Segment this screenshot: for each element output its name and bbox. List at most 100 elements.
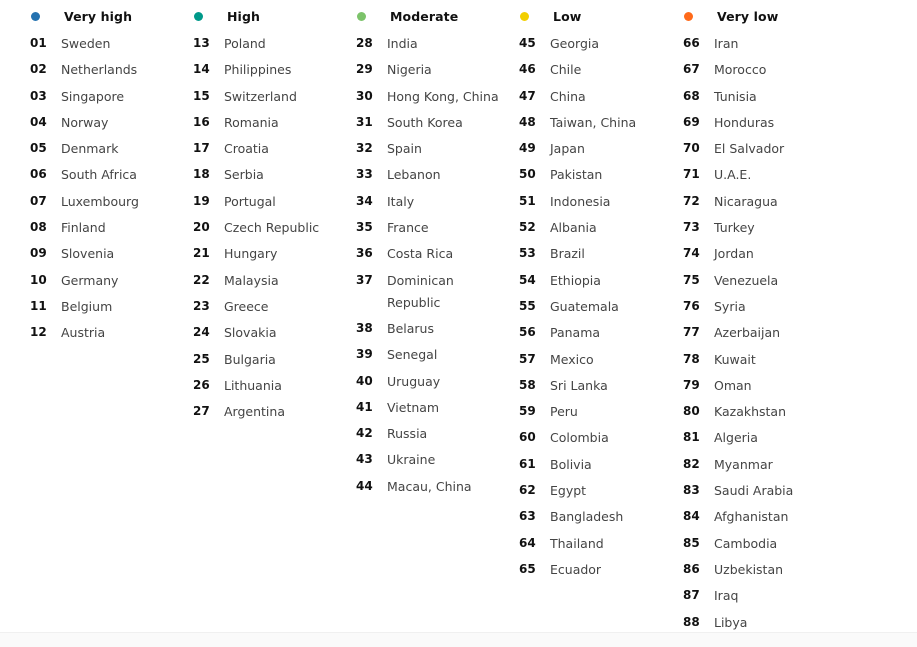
rank-number: 86	[683, 561, 700, 576]
list-item: 85 Cambodia	[683, 533, 847, 559]
group-header: Low	[520, 5, 683, 27]
group-header: Moderate	[357, 5, 520, 27]
list-item: 20 Czech Republic	[193, 217, 357, 243]
rank-number: 01	[30, 36, 47, 50]
list-item: 03 Singapore	[30, 86, 194, 112]
list-item: 65 Ecuador	[519, 559, 683, 585]
list-item: 47 China	[519, 86, 683, 112]
rank-number: 14	[193, 62, 210, 77]
rank-number: 53	[519, 246, 536, 261]
country-name: Turkey	[714, 220, 755, 236]
list-item: 15 Switzerland	[193, 86, 357, 112]
rank-number: 20	[193, 220, 210, 235]
list-item: 31 South Korea	[356, 112, 520, 138]
rank-number: 77	[683, 325, 700, 340]
country-name: Saudi Arabia	[714, 483, 794, 499]
rank-number: 58	[519, 377, 536, 392]
list-item: 51 Indonesia	[519, 191, 683, 217]
country-name: Croatia	[224, 141, 269, 157]
country-name: Ethiopia	[550, 272, 601, 288]
list-item: 56 Panama	[519, 322, 683, 348]
rank-number: 08	[30, 220, 47, 235]
country-name: Brazil	[550, 246, 585, 262]
country-name: Afghanistan	[714, 509, 789, 525]
rank-number: 54	[519, 272, 536, 287]
list-item: 61 Bolivia	[519, 454, 683, 480]
rank-number: 24	[193, 325, 210, 340]
country-name: Kuwait	[714, 351, 756, 367]
list-item: 24 Slovakia	[193, 322, 357, 348]
rank-number: 71	[683, 167, 700, 182]
country-list: 28 India 29 Nigeria 30 Hong Kong, China …	[356, 33, 520, 502]
rank-number: 63	[519, 509, 536, 524]
rank-number: 87	[683, 588, 700, 603]
list-item: 23 Greece	[193, 296, 357, 322]
list-item: 37 Dominican Republic	[356, 270, 520, 318]
country-name: Bolivia	[550, 456, 592, 472]
country-name: Singapore	[61, 88, 125, 104]
list-item: 08 Finland	[30, 217, 194, 243]
country-name: Poland	[224, 36, 266, 51]
rank-number: 04	[30, 114, 47, 129]
list-item: 01 Sweden	[30, 33, 194, 59]
list-item: 02 Netherlands	[30, 59, 194, 85]
country-list: 45 Georgia 46 Chile 47 China 48 Taiwan, …	[519, 33, 683, 585]
level-dot-icon	[31, 12, 40, 21]
rank-number: 81	[683, 430, 700, 445]
level-dot-icon	[684, 12, 693, 21]
list-item: 80 Kazakhstan	[683, 401, 847, 427]
rank-number: 48	[519, 114, 536, 129]
country-name: Norway	[61, 114, 109, 130]
group-header: Very low	[684, 5, 847, 27]
country-name: Mexico	[550, 351, 594, 367]
rank-number: 73	[683, 220, 700, 235]
rank-number: 60	[519, 430, 536, 445]
list-item: 27 Argentina	[193, 401, 357, 427]
country-name: Azerbaijan	[714, 325, 781, 341]
rank-number: 17	[193, 141, 210, 156]
country-name: Russia	[387, 426, 428, 442]
country-name: Austria	[61, 325, 106, 341]
list-item: 64 Thailand	[519, 533, 683, 559]
rank-number: 49	[519, 141, 536, 156]
country-name: Iraq	[714, 588, 739, 604]
rank-number: 69	[683, 114, 700, 129]
level-dot-icon	[194, 12, 203, 21]
rank-number: 19	[193, 193, 210, 208]
rank-number: 23	[193, 298, 210, 313]
rank-number: 88	[683, 614, 700, 629]
rank-number: 57	[519, 351, 536, 366]
country-name: France	[387, 220, 429, 236]
list-item: 78 Kuwait	[683, 349, 847, 375]
rank-number: 32	[356, 141, 373, 156]
list-item: 11 Belgium	[30, 296, 194, 322]
country-name: Libya	[714, 614, 748, 630]
group-label: Moderate	[390, 8, 459, 24]
rank-number: 45	[519, 36, 536, 50]
list-item: 53 Brazil	[519, 243, 683, 269]
rank-number: 06	[30, 167, 47, 182]
proficiency-ranking-legend: Very high 01 Sweden 02 Netherlands 03 Si…	[0, 0, 917, 632]
country-name: Portugal	[224, 193, 276, 209]
rank-number: 34	[356, 193, 373, 208]
country-name: South Korea	[387, 114, 463, 130]
rank-number: 30	[356, 88, 373, 103]
group-column-very-low: Very low 66 Iran 67 Morocco 68 Tunisia 6…	[683, 5, 847, 638]
bottom-divider	[0, 632, 917, 647]
group-header: High	[194, 5, 357, 27]
rank-number: 74	[683, 246, 700, 261]
rank-number: 43	[356, 452, 373, 467]
rank-number: 07	[30, 193, 47, 208]
country-name: Syria	[714, 298, 746, 314]
rank-number: 68	[683, 88, 700, 103]
country-name: Dominican Republic	[387, 272, 454, 310]
list-item: 82 Myanmar	[683, 454, 847, 480]
rank-number: 84	[683, 509, 700, 524]
group-label: Very high	[64, 8, 133, 24]
rank-number: 36	[356, 246, 373, 261]
country-name: South Africa	[61, 167, 137, 183]
country-name: Venezuela	[714, 272, 779, 288]
rank-number: 39	[356, 347, 373, 362]
country-name: Georgia	[550, 36, 600, 51]
rank-number: 61	[519, 456, 536, 471]
